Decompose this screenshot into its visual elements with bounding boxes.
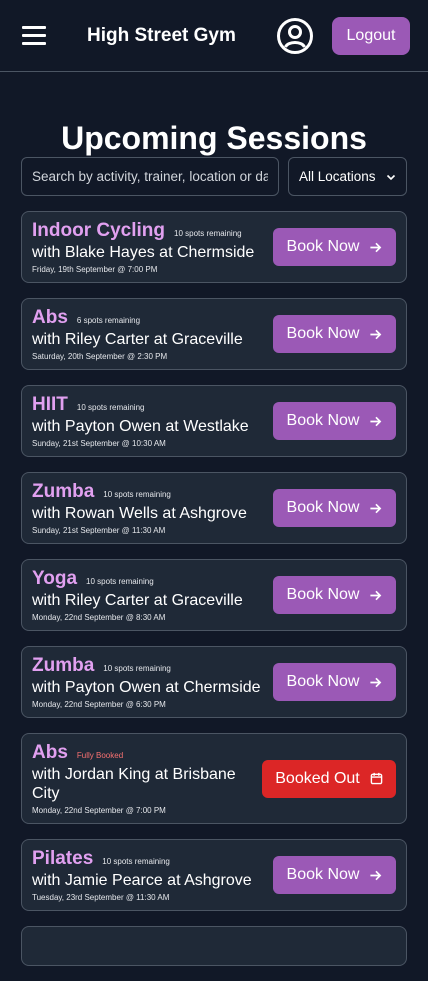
session-activity: Zumba [32, 481, 95, 502]
book-button-label: Book Now [286, 238, 360, 255]
session-datetime: Sunday, 21st September @ 10:30 AM [32, 439, 166, 448]
session-card: Yoga 10 spots remaining with Riley Carte… [21, 559, 407, 631]
book-now-button[interactable]: Book Now [273, 576, 396, 614]
session-datetime: Monday, 22nd September @ 8:30 AM [32, 613, 166, 622]
session-datetime: Sunday, 21st September @ 11:30 AM [32, 526, 166, 535]
book-button-label: Book Now [286, 673, 360, 690]
hamburger-menu-icon[interactable] [22, 26, 46, 46]
search-input[interactable] [21, 157, 279, 196]
session-activity: Indoor Cycling [32, 220, 165, 241]
session-datetime: Saturday, 20th September @ 2:30 PM [32, 352, 168, 361]
session-activity: Zumba [32, 655, 95, 676]
session-activity: Abs [32, 742, 68, 763]
book-now-button[interactable]: Book Now [273, 856, 396, 894]
book-now-button[interactable]: Book Now [273, 228, 396, 266]
session-card: Pilates 10 spots remaining with Jamie Pe… [21, 839, 407, 911]
session-datetime: Monday, 22nd September @ 7:00 PM [32, 806, 166, 815]
arrow-right-icon [370, 503, 382, 513]
session-spots: Fully Booked [76, 751, 124, 760]
arrow-right-icon [370, 870, 382, 880]
booked-out-button[interactable]: Booked Out [262, 759, 396, 798]
session-card: Zumba 10 spots remaining with Payton Owe… [21, 646, 407, 718]
session-spots: 10 spots remaining [76, 403, 145, 412]
book-button-label: Book Now [286, 866, 360, 883]
page-title: Upcoming Sessions [61, 120, 367, 156]
session-activity: Pilates [32, 848, 94, 869]
book-now-button[interactable]: Book Now [273, 663, 396, 701]
logout-button[interactable]: Logout [332, 17, 410, 55]
session-activity: HIIT [32, 394, 68, 415]
book-button-label: Booked Out [275, 769, 360, 787]
user-circle-icon[interactable] [276, 17, 314, 55]
book-button-label: Book Now [286, 325, 360, 342]
top-navigation-bar: High Street Gym Logout [0, 0, 428, 72]
session-trainer-location: with Blake Hayes at Chermside [32, 244, 255, 261]
session-spots: 10 spots remaining [103, 664, 171, 673]
session-activity: Abs [32, 307, 68, 328]
session-datetime: Monday, 22nd September @ 6:30 PM [32, 700, 166, 709]
location-select-value: All Locations [299, 169, 376, 184]
session-spots: 10 spots remaining [102, 857, 170, 866]
arrow-right-icon [370, 329, 382, 339]
session-card: Zumba 10 spots remaining with Rowan Well… [21, 472, 407, 544]
session-card: Abs 6 spots remaining with Riley Carter … [21, 298, 407, 370]
location-select[interactable]: All Locations [288, 157, 407, 196]
session-spots: 10 spots remaining [86, 577, 154, 586]
session-card: Indoor Cycling 10 spots remaining with B… [21, 211, 407, 283]
session-spots: 10 spots remaining [174, 229, 242, 238]
session-trainer-location: with Riley Carter at Graceville [32, 331, 243, 348]
arrow-right-icon [370, 416, 382, 426]
session-trainer-location: with Payton Owen at Westlake [32, 418, 249, 435]
session-datetime: Tuesday, 23rd September @ 11:30 AM [32, 893, 170, 902]
session-trainer-location: with Jamie Pearce at Ashgrove [32, 872, 252, 889]
session-trainer-location: with Rowan Wells at Ashgrove [32, 505, 247, 522]
session-card: HIIT 10 spots remaining with Payton Owen… [21, 385, 407, 457]
arrow-right-icon [370, 590, 382, 600]
session-list: Indoor Cycling 10 spots remaining with B… [21, 211, 407, 981]
session-spots: 6 spots remaining [76, 316, 141, 325]
session-trainer-location: with Payton Owen at Chermside [32, 679, 261, 696]
chevron-down-icon [386, 174, 396, 180]
arrow-right-icon [370, 242, 382, 252]
session-spots: 10 spots remaining [103, 490, 171, 499]
book-button-label: Book Now [286, 586, 360, 603]
book-now-button[interactable]: Book Now [273, 489, 396, 527]
session-card: Abs Fully Booked with Jordan King at Bri… [21, 733, 407, 824]
app-title[interactable]: High Street Gym [87, 25, 236, 47]
session-activity: Yoga [32, 568, 78, 589]
book-button-label: Book Now [286, 499, 360, 516]
arrow-right-icon [370, 677, 382, 687]
calendar-icon [370, 772, 383, 785]
session-datetime: Friday, 19th September @ 7:00 PM [32, 265, 158, 274]
book-now-button[interactable]: Book Now [273, 402, 396, 440]
session-trainer-location: with Jordan King at Brisbane City [32, 766, 236, 802]
book-now-button[interactable]: Book Now [273, 315, 396, 353]
session-trainer-location: with Riley Carter at Graceville [32, 592, 243, 609]
session-card-partial [21, 926, 407, 966]
book-button-label: Book Now [286, 412, 360, 429]
